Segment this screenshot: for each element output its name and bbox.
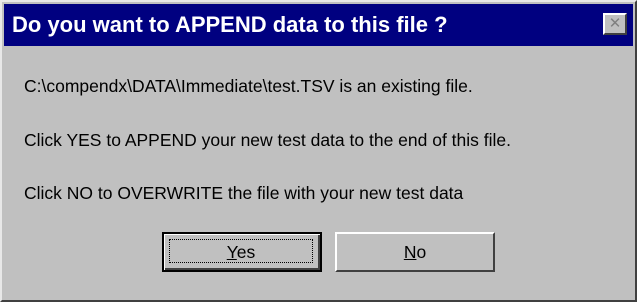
close-button[interactable]: ✕	[603, 13, 627, 35]
overwrite-instruction: Click NO to OVERWRITE the file with your…	[24, 183, 464, 203]
file-path-message: C:\compendx\DATA\Immediate\test.TSV is a…	[24, 76, 473, 96]
dialog-title: Do you want to APPEND data to this file …	[12, 12, 448, 37]
close-icon: ✕	[608, 14, 622, 32]
no-label-rest: o	[416, 242, 427, 262]
no-button[interactable]: No	[335, 232, 495, 272]
yes-mnemonic: Y	[226, 242, 237, 262]
yes-label-rest: es	[236, 242, 256, 262]
title-bar[interactable]: Do you want to APPEND data to this file …	[4, 4, 633, 46]
no-mnemonic: N	[403, 242, 417, 262]
append-dialog: Do you want to APPEND data to this file …	[0, 0, 637, 302]
append-instruction: Click YES to APPEND your new test data t…	[24, 130, 512, 150]
yes-button[interactable]: Yes	[162, 232, 322, 272]
focus-rectangle: Yes	[169, 239, 313, 263]
